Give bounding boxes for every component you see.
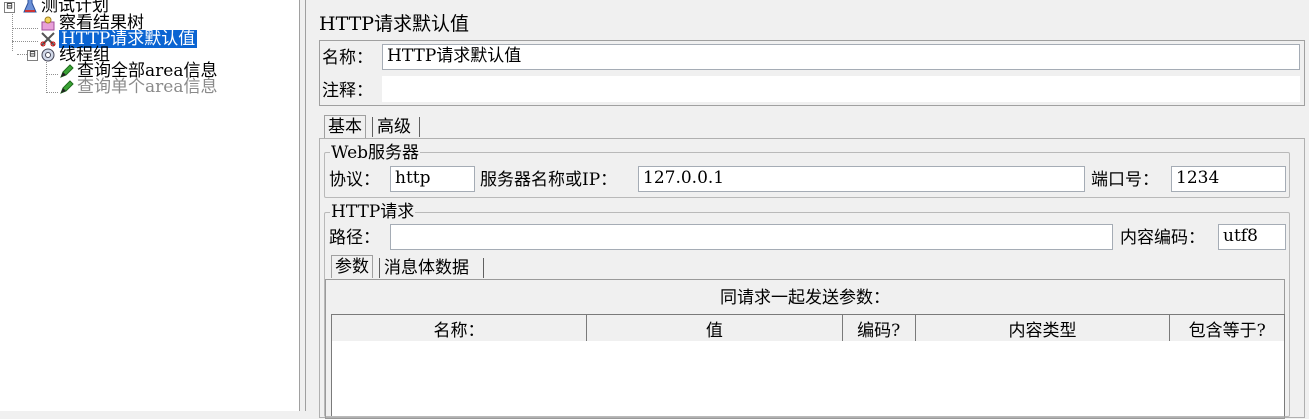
config-panel: HTTP请求默认值 名称： HTTP请求默认值 注释： 基本 高级 Web服务器… [306, 0, 1309, 419]
tab-advanced[interactable]: 高级 [374, 116, 414, 138]
split-pane-divider[interactable] [299, 0, 306, 411]
tree-item-sampler-query-single-area[interactable]: 查询单个area信息 [58, 78, 217, 96]
tree-connector [12, 11, 13, 51]
parameters-caption: 同请求一起发送参数： [720, 288, 890, 308]
tree-connector [46, 62, 47, 93]
web-server-legend: Web服务器 [330, 143, 421, 163]
test-plan-icon [22, 0, 38, 14]
thread-group-gear-icon [40, 47, 56, 63]
port-field[interactable]: 1234 [1171, 166, 1286, 192]
collapse-toggle-thread-group[interactable]: ⊟ [27, 50, 38, 61]
protocol-label: 协议： [329, 170, 380, 190]
tree-connector [46, 74, 58, 75]
path-field[interactable] [390, 224, 1113, 250]
tab-parameters[interactable]: 参数 [331, 255, 373, 278]
server-name-field[interactable]: 127.0.0.1 [638, 166, 1085, 192]
comment-field[interactable] [382, 76, 1300, 102]
tab-separator [483, 258, 484, 278]
test-plan-tree[interactable]: ⊟ 测试计划 察看结果树 HTTP请求默认值 ⊟ 线程组 查询全部area信息 [0, 0, 299, 411]
config-scissors-icon [40, 31, 56, 47]
column-header-value[interactable]: 值 [585, 314, 843, 342]
content-encoding-label: 内容编码： [1120, 228, 1205, 248]
parameters-table-body[interactable] [331, 341, 1285, 416]
comment-label: 注释： [322, 81, 373, 101]
page-title: HTTP请求默认值 [319, 13, 470, 35]
tab-separator [372, 117, 373, 137]
tab-basic[interactable]: 基本 [324, 115, 366, 138]
tree-connector [12, 41, 38, 42]
sampler-pen-icon [58, 79, 74, 95]
port-label: 端口号： [1091, 170, 1159, 190]
collapse-toggle-test-plan[interactable]: ⊟ [4, 2, 15, 13]
column-header-encode[interactable]: 编码? [841, 314, 916, 342]
tab-body-data[interactable]: 消息体数据 [381, 257, 472, 279]
tree-connector [17, 54, 27, 55]
tree-connector [46, 92, 58, 93]
results-tree-icon [40, 15, 56, 31]
server-name-label: 服务器名称或IP： [480, 170, 618, 190]
content-encoding-field[interactable]: utf8 [1218, 224, 1286, 250]
table-header-row: 名称： 值 编码? 内容类型 包含等于? [331, 314, 1285, 342]
tree-item-label: 查询单个area信息 [77, 77, 218, 97]
protocol-field[interactable]: http [390, 166, 475, 192]
column-header-name[interactable]: 名称： [331, 314, 587, 342]
name-label: 名称： [322, 48, 373, 68]
path-label: 路径： [329, 228, 380, 248]
tab-separator [419, 117, 420, 137]
tab-separator [379, 258, 380, 278]
sampler-pen-icon [58, 63, 74, 79]
column-header-include-equals[interactable]: 包含等于? [1169, 314, 1285, 342]
http-request-legend: HTTP请求 [330, 202, 416, 222]
name-field[interactable]: HTTP请求默认值 [382, 44, 1300, 70]
parameters-table[interactable]: 名称： 值 编码? 内容类型 包含等于? [331, 314, 1285, 342]
tree-connector [12, 28, 38, 29]
column-header-content-type[interactable]: 内容类型 [914, 314, 1171, 342]
